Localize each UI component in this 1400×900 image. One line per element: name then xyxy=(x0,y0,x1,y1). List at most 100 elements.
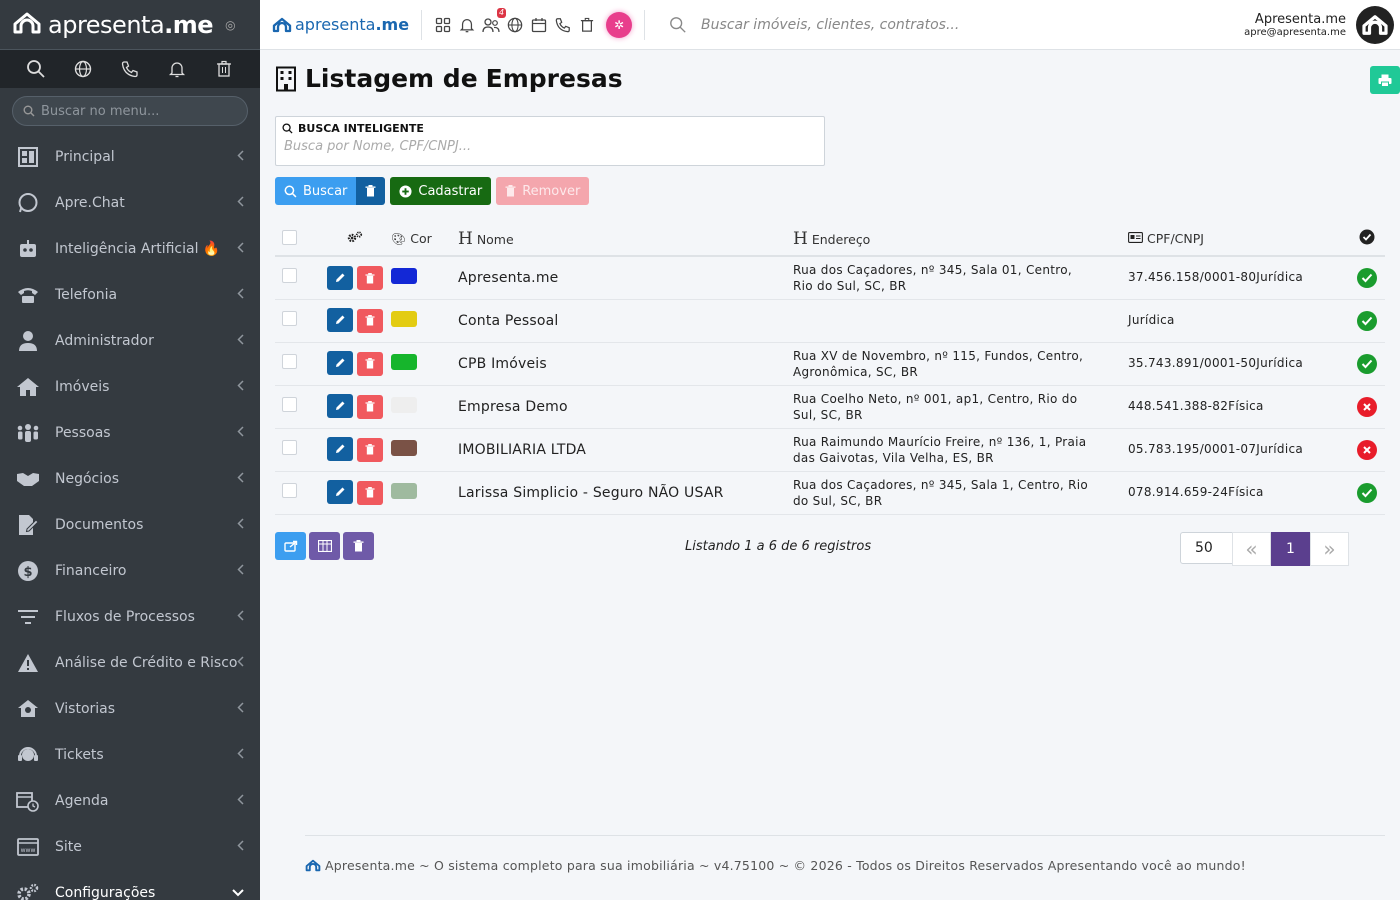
row-address-cell: Rua XV de Novembro, nº 115, Fundos, Cent… xyxy=(793,342,1128,386)
sidebar-item-www[interactable]: www Site xyxy=(0,824,260,870)
sidebar-item-people[interactable]: Pessoas xyxy=(0,410,260,456)
delete-button[interactable] xyxy=(357,266,383,290)
settings-dot-icon[interactable]: ◎ xyxy=(225,18,235,32)
name-header[interactable]: H Nome xyxy=(458,222,793,257)
table-row[interactable]: Larissa Simplicio - Seguro NÃO USAR Rua d… xyxy=(275,471,1385,515)
row-checkbox[interactable] xyxy=(282,483,297,498)
row-checkbox[interactable] xyxy=(282,440,297,455)
check-circle-icon[interactable] xyxy=(1356,482,1377,503)
globe-icon[interactable] xyxy=(506,16,524,34)
globe-icon[interactable] xyxy=(71,57,95,81)
sidebar-item-whatsapp[interactable]: Apre.Chat xyxy=(0,180,260,226)
sidebar-item-gears[interactable]: Configurações xyxy=(0,870,260,900)
delete-button[interactable] xyxy=(357,308,383,333)
chevron-left-icon xyxy=(237,840,244,854)
edit-button[interactable] xyxy=(327,394,353,419)
export-button[interactable] xyxy=(275,532,306,560)
avatar[interactable] xyxy=(1356,5,1394,44)
sidebar-item-document-edit[interactable]: Documentos xyxy=(0,502,260,548)
phone-icon[interactable] xyxy=(554,16,572,34)
x-circle-icon[interactable] xyxy=(1356,396,1377,417)
grid-icon[interactable] xyxy=(434,16,452,34)
phone-icon[interactable] xyxy=(118,57,142,81)
company-name[interactable]: CPB Imóveis xyxy=(458,356,547,372)
delete-button[interactable] xyxy=(357,480,383,505)
table-row[interactable]: Apresenta.me Rua dos Caçadores, nº 345, S… xyxy=(275,256,1385,300)
sidebar-item-house-search[interactable]: Vistorias xyxy=(0,686,260,732)
clear-search-button[interactable] xyxy=(356,177,386,205)
sidebar-item-headset[interactable]: Tickets xyxy=(0,732,260,778)
edit-button[interactable] xyxy=(327,437,353,462)
smart-search-input[interactable] xyxy=(284,139,804,154)
edit-button[interactable] xyxy=(327,480,353,505)
trash-icon[interactable] xyxy=(578,16,596,34)
edit-button[interactable] xyxy=(327,351,353,376)
bulk-delete-button[interactable] xyxy=(343,532,374,560)
company-name[interactable]: Larissa Simplicio - Seguro NÃO USAR xyxy=(458,485,724,501)
search-icon[interactable] xyxy=(24,57,48,81)
sidebar-item-phone[interactable]: Telefonia xyxy=(0,272,260,318)
remove-button[interactable]: Remover xyxy=(496,177,590,205)
edit-button[interactable] xyxy=(327,308,353,333)
check-circle-icon[interactable] xyxy=(1356,310,1377,331)
table-row[interactable]: Empresa Demo Rua Coelho Neto, nº 001, ap1… xyxy=(275,385,1385,429)
document-header[interactable]: CPF/CNPJ xyxy=(1128,222,1348,257)
table-row[interactable]: Conta Pessoal Jurídica xyxy=(275,299,1385,343)
columns-button[interactable] xyxy=(309,532,340,560)
sidebar-item-home[interactable]: Imóveis xyxy=(0,364,260,410)
sidebar-item-dashboard[interactable]: Principal xyxy=(0,134,260,180)
delete-button[interactable] xyxy=(357,437,383,462)
sidebar-item-user-tie[interactable]: Administrador xyxy=(0,318,260,364)
sidebar-item-warning[interactable]: Análise de Crédito e Risco xyxy=(0,640,260,686)
sidebar-item-dollar[interactable]: $ Financeiro xyxy=(0,548,260,594)
sidebar-search-input[interactable] xyxy=(41,103,231,119)
table-row[interactable]: CPB Imóveis Rua XV de Novembro, nº 115, F… xyxy=(275,342,1385,386)
row-checkbox[interactable] xyxy=(282,354,297,369)
sidebar-search[interactable] xyxy=(12,96,248,126)
check-circle-icon[interactable] xyxy=(1356,353,1377,374)
building-icon xyxy=(276,66,296,91)
sidebar-item-label: Inteligência Artificial 🔥 xyxy=(55,241,221,257)
row-checkbox[interactable] xyxy=(282,397,297,412)
search-button[interactable]: Buscar xyxy=(275,177,357,205)
edit-button[interactable] xyxy=(327,265,353,290)
x-circle-icon[interactable] xyxy=(1356,439,1377,460)
check-circle-icon[interactable] xyxy=(1356,267,1377,288)
calendar-icon[interactable] xyxy=(530,16,548,34)
add-company-button[interactable]: Cadastrar xyxy=(390,177,492,205)
bell-icon[interactable] xyxy=(458,16,476,34)
first-page-button[interactable]: « xyxy=(1232,532,1271,566)
user-info[interactable]: Apresenta.me apre@apresenta.me xyxy=(1244,12,1346,38)
color-header[interactable]: 🎨︎ Cor xyxy=(391,222,458,257)
header-logo[interactable]: apresenta.me xyxy=(272,15,409,34)
sidebar-item-handshake[interactable]: Negócios xyxy=(0,456,260,502)
row-checkbox[interactable] xyxy=(282,311,297,326)
delete-button[interactable] xyxy=(357,394,383,419)
bell-icon[interactable] xyxy=(165,57,189,81)
sidebar-item-robot[interactable]: Inteligência Artificial 🔥 xyxy=(0,226,260,272)
trash-icon[interactable] xyxy=(212,57,236,81)
handshake-icon xyxy=(16,467,40,491)
print-button[interactable] xyxy=(1370,66,1400,94)
color-header-label: Cor xyxy=(410,231,432,246)
company-name[interactable]: Conta Pessoal xyxy=(458,313,559,329)
sidebar-item-calendar-clock[interactable]: Agenda xyxy=(0,778,260,824)
address-header[interactable]: H Endereço xyxy=(793,222,1128,257)
chevron-left-icon xyxy=(237,150,244,164)
select-all-checkbox[interactable] xyxy=(282,229,297,245)
table-row[interactable]: IMOBILIARIA LTDA Rua Raimundo Maurício Fr… xyxy=(275,428,1385,472)
company-name[interactable]: Apresenta.me xyxy=(458,270,558,286)
global-search-input[interactable] xyxy=(701,16,1102,33)
company-name[interactable]: Empresa Demo xyxy=(458,399,568,415)
notification-badge: 4 xyxy=(496,7,507,18)
row-checkbox[interactable] xyxy=(282,268,297,284)
row-name-cell: CPB Imóveis xyxy=(458,342,793,386)
sidebar-brand[interactable]: apresenta.me ◎ xyxy=(0,0,260,50)
page-button-current[interactable]: 1 xyxy=(1271,532,1310,566)
users-icon[interactable]: 4 xyxy=(482,7,507,34)
company-name[interactable]: IMOBILIARIA LTDA xyxy=(458,442,586,458)
sidebar-item-filter[interactable]: Fluxos de Processos xyxy=(0,594,260,640)
delete-button[interactable] xyxy=(357,351,383,376)
last-page-button[interactable]: » xyxy=(1310,532,1349,566)
ai-assistant-button[interactable]: ✲ xyxy=(606,11,633,38)
